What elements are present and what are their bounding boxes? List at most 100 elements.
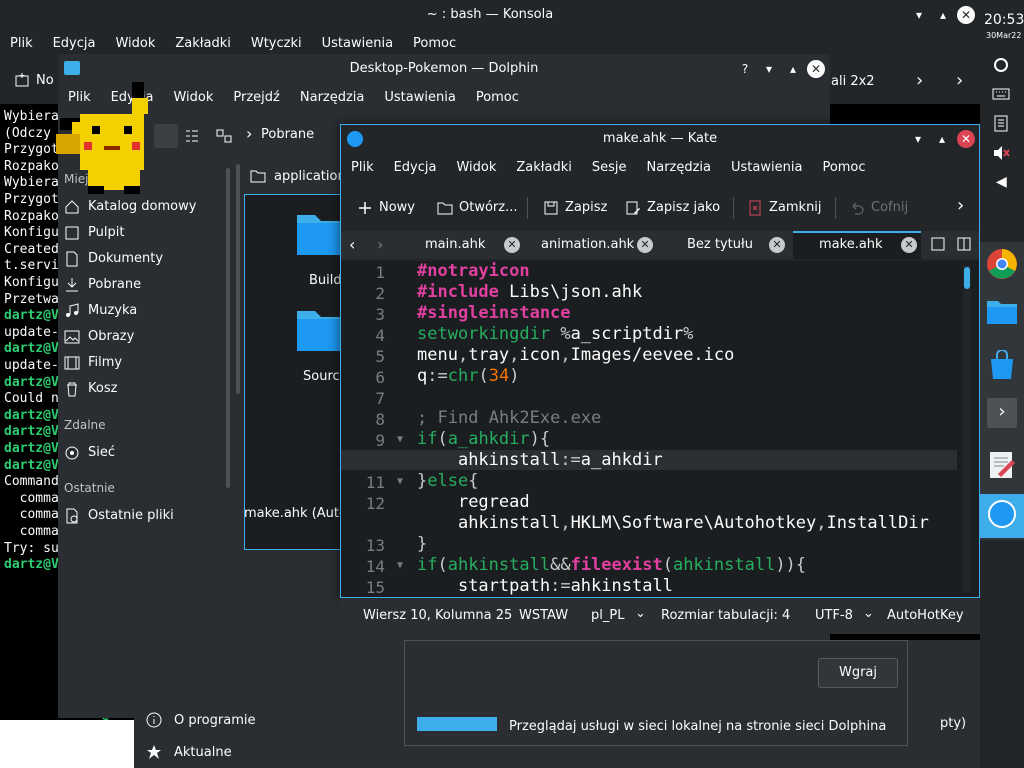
chrome-icon[interactable] (986, 248, 1018, 280)
menu-item[interactable]: Widok (446, 155, 506, 181)
close-document-button[interactable]: Zamknij (747, 195, 822, 221)
menu-item[interactable]: Zakładki (165, 32, 240, 56)
split-view-icon[interactable] (957, 237, 971, 251)
menu-item[interactable]: Pomoc (403, 32, 466, 56)
details-view-icon[interactable] (184, 128, 200, 144)
place-documents[interactable]: Dokumenty (64, 248, 163, 270)
maximize-icon[interactable]: ▴ (934, 6, 952, 24)
about-item[interactable]: O programie (146, 712, 255, 728)
place-pictures[interactable]: Obrazy (64, 326, 134, 348)
dolphin-titlebar[interactable]: Desktop-Pokemon — Dolphin (58, 54, 830, 84)
close-icon[interactable]: ✕ (957, 6, 975, 24)
chevron-left-icon[interactable]: ‹ (349, 235, 355, 254)
menu-item[interactable]: Ustawienia (312, 32, 403, 56)
menu-item[interactable]: Plik (0, 32, 43, 56)
close-icon[interactable]: ✕ (807, 60, 825, 78)
chevron-right-icon[interactable]: › (916, 70, 923, 91)
new-tab-icon[interactable] (931, 237, 945, 251)
kde-connect-icon[interactable] (992, 56, 1010, 74)
minimize-icon[interactable]: ▾ (760, 60, 778, 78)
new-tab-button[interactable]: No (14, 72, 54, 88)
new-button[interactable]: Nowy (357, 195, 415, 221)
kate-taskbar-icon[interactable] (988, 500, 1016, 528)
fold-arrow-icon[interactable]: ▼ (397, 434, 403, 445)
menu-item[interactable]: Edycja (384, 155, 447, 181)
encoding[interactable]: UTF-8 (815, 608, 853, 623)
menu-item[interactable]: Pomoc (812, 155, 875, 181)
konsole-titlebar[interactable]: ~ : bash — Konsola (0, 0, 980, 30)
tab-make[interactable]: make.ahk (819, 231, 883, 259)
undo-button[interactable]: Cofnij (849, 195, 908, 221)
menu-item[interactable]: Narzędzia (637, 155, 722, 181)
maximize-icon[interactable]: ▴ (784, 60, 802, 78)
split-view-label[interactable]: ali 2x2 (831, 74, 875, 89)
open-button[interactable]: Otwórz... (437, 195, 517, 221)
menu-item[interactable]: Pomoc (466, 86, 529, 110)
tab-close-icon[interactable]: ✕ (901, 237, 917, 253)
menu-item[interactable]: Plik (341, 155, 384, 181)
discover-icon[interactable] (988, 350, 1016, 380)
tab-close-icon[interactable]: ✕ (637, 237, 653, 253)
help-icon[interactable]: ? (736, 60, 754, 78)
fold-arrow-icon[interactable]: ▼ (397, 476, 403, 487)
menu-item[interactable]: Edycja (43, 32, 106, 56)
place-trash[interactable]: Kosz (64, 378, 117, 400)
keyboard-icon[interactable] (992, 86, 1010, 102)
clipboard-icon[interactable] (993, 114, 1009, 132)
split-icon[interactable] (216, 128, 232, 144)
tab-close-icon[interactable]: ✕ (769, 237, 785, 253)
places-scrollbar[interactable] (226, 168, 230, 488)
file-view-scrollbar[interactable] (236, 164, 240, 394)
chevron-down-icon[interactable]: ⌄ (863, 606, 874, 621)
editor-scrollbar[interactable] (963, 265, 971, 593)
chevron-right-icon[interactable]: › (957, 195, 964, 216)
menu-item[interactable]: Widok (105, 32, 165, 56)
tab-close-icon[interactable]: ✕ (504, 237, 520, 253)
save-button[interactable]: Zapisz (543, 195, 607, 221)
place-home[interactable]: Katalog domowy (64, 196, 196, 218)
input-mode[interactable]: WSTAW (519, 608, 568, 623)
breadcrumb-item[interactable]: Pobrane (261, 127, 314, 142)
menu-item[interactable]: Wtyczki (241, 32, 312, 56)
place-downloads[interactable]: Pobrane (64, 274, 141, 296)
tab-untitled[interactable]: Bez tytułu (687, 231, 753, 259)
place-network[interactable]: Sieć (64, 442, 115, 464)
text-editor-icon[interactable] (988, 450, 1016, 480)
menu-item[interactable]: Narzędzia (290, 86, 375, 110)
place-desktop[interactable]: Pulpit (64, 222, 124, 244)
clock-time[interactable]: 20:53 (984, 12, 1024, 28)
arrow-left-icon[interactable]: ◀ (996, 174, 1007, 190)
upload-button[interactable]: Wgraj (818, 658, 898, 688)
save-as-button[interactable]: Zapisz jako (625, 195, 720, 221)
volume-muted-icon[interactable] (992, 144, 1010, 162)
news-item[interactable]: Aktualne (146, 744, 232, 760)
terminal-icon[interactable]: › (987, 398, 1017, 428)
place-recent-files[interactable]: Ostatnie pliki (64, 505, 174, 527)
place-music[interactable]: Muzyka (64, 300, 137, 322)
menu-item[interactable]: Przejdź (223, 86, 289, 110)
minimize-icon[interactable]: ▾ (910, 6, 928, 24)
place-videos[interactable]: Filmy (64, 352, 122, 374)
chevron-right-icon[interactable]: › (377, 235, 383, 254)
fold-arrow-icon[interactable]: ▼ (397, 560, 403, 571)
dictionary[interactable]: pl_PL (591, 608, 624, 623)
chevron-right-icon[interactable]: › (956, 70, 963, 91)
syntax-mode[interactable]: AutoHotKey (887, 608, 975, 623)
minimize-icon[interactable]: ▾ (909, 130, 927, 148)
menu-item[interactable]: Widok (163, 86, 223, 110)
clock-date[interactable]: 30Mar22 (986, 31, 1021, 40)
scrollbar-thumb[interactable] (964, 267, 970, 289)
tab-main[interactable]: main.ahk (425, 231, 485, 259)
kate-titlebar[interactable]: make.ahk — Kate (341, 125, 979, 153)
chevron-down-icon[interactable]: ⌄ (635, 606, 646, 621)
tab-animation[interactable]: animation.ahk (541, 231, 634, 259)
cursor-position[interactable]: Wiersz 10, Kolumna 25 (363, 608, 512, 623)
tab-size[interactable]: Rozmiar tabulacji: 4 (661, 608, 805, 623)
menu-item[interactable]: Zakładki (506, 155, 581, 181)
code-editor[interactable]: 123456789101112131415 #notrayicon#includ… (341, 261, 979, 597)
maximize-icon[interactable]: ▴ (933, 130, 951, 148)
menu-item[interactable]: Ustawienia (374, 86, 465, 110)
menu-item[interactable]: Ustawienia (721, 155, 812, 181)
folder-label[interactable]: Build (309, 273, 342, 288)
menu-item[interactable]: Sesje (582, 155, 637, 181)
